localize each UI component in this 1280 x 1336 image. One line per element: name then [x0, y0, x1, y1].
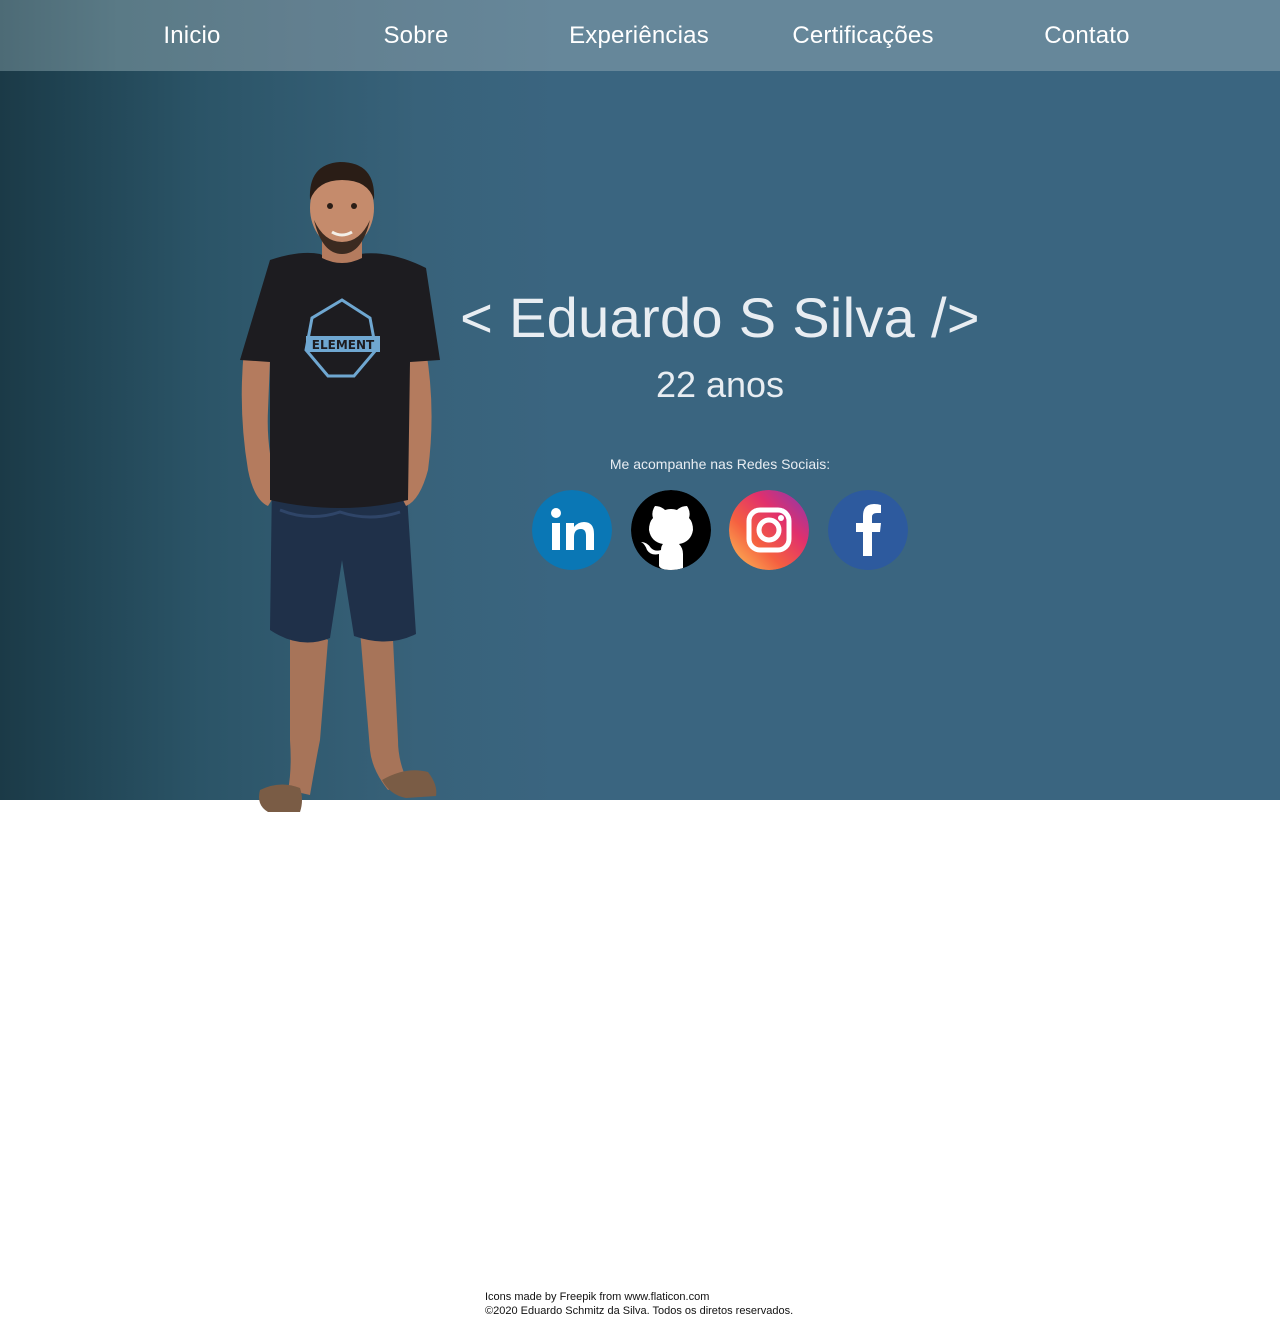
nav-item-experiencias[interactable]: Experiências	[527, 0, 751, 71]
linkedin-link[interactable]	[532, 490, 612, 570]
instagram-link[interactable]	[729, 490, 809, 570]
svg-text:ELEMENT: ELEMENT	[312, 338, 375, 352]
social-prompt: Me acompanhe nas Redes Sociais:	[609, 456, 831, 472]
footer-credit: Icons made by Freepik from www.flaticon.…	[485, 1291, 710, 1303]
facebook-link[interactable]	[828, 490, 908, 570]
nav-item-contato[interactable]: Contato	[975, 0, 1199, 71]
github-link[interactable]	[631, 490, 711, 570]
linkedin-icon	[532, 490, 612, 570]
nav-item-certificacoes[interactable]: Certificações	[751, 0, 975, 71]
footer-copyright: ©2020 Eduardo Schmitz da Silva. Todos os…	[485, 1305, 794, 1317]
facebook-icon	[828, 490, 908, 570]
profile-age: 22 anos	[655, 364, 785, 405]
footer: Icons made by Freepik from www.flaticon.…	[485, 1290, 793, 1318]
page: Inicio Sobre Experiências Certificações …	[0, 0, 1280, 1336]
profile-name: < Eduardo S Silva />	[460, 286, 980, 349]
nav-item-inicio[interactable]: Inicio	[80, 0, 304, 71]
profile-photo: ELEMENT	[240, 162, 440, 812]
instagram-icon	[729, 490, 809, 570]
top-navbar: Inicio Sobre Experiências Certificações …	[0, 0, 1280, 71]
github-icon	[631, 490, 711, 570]
nav-item-sobre[interactable]: Sobre	[304, 0, 528, 71]
